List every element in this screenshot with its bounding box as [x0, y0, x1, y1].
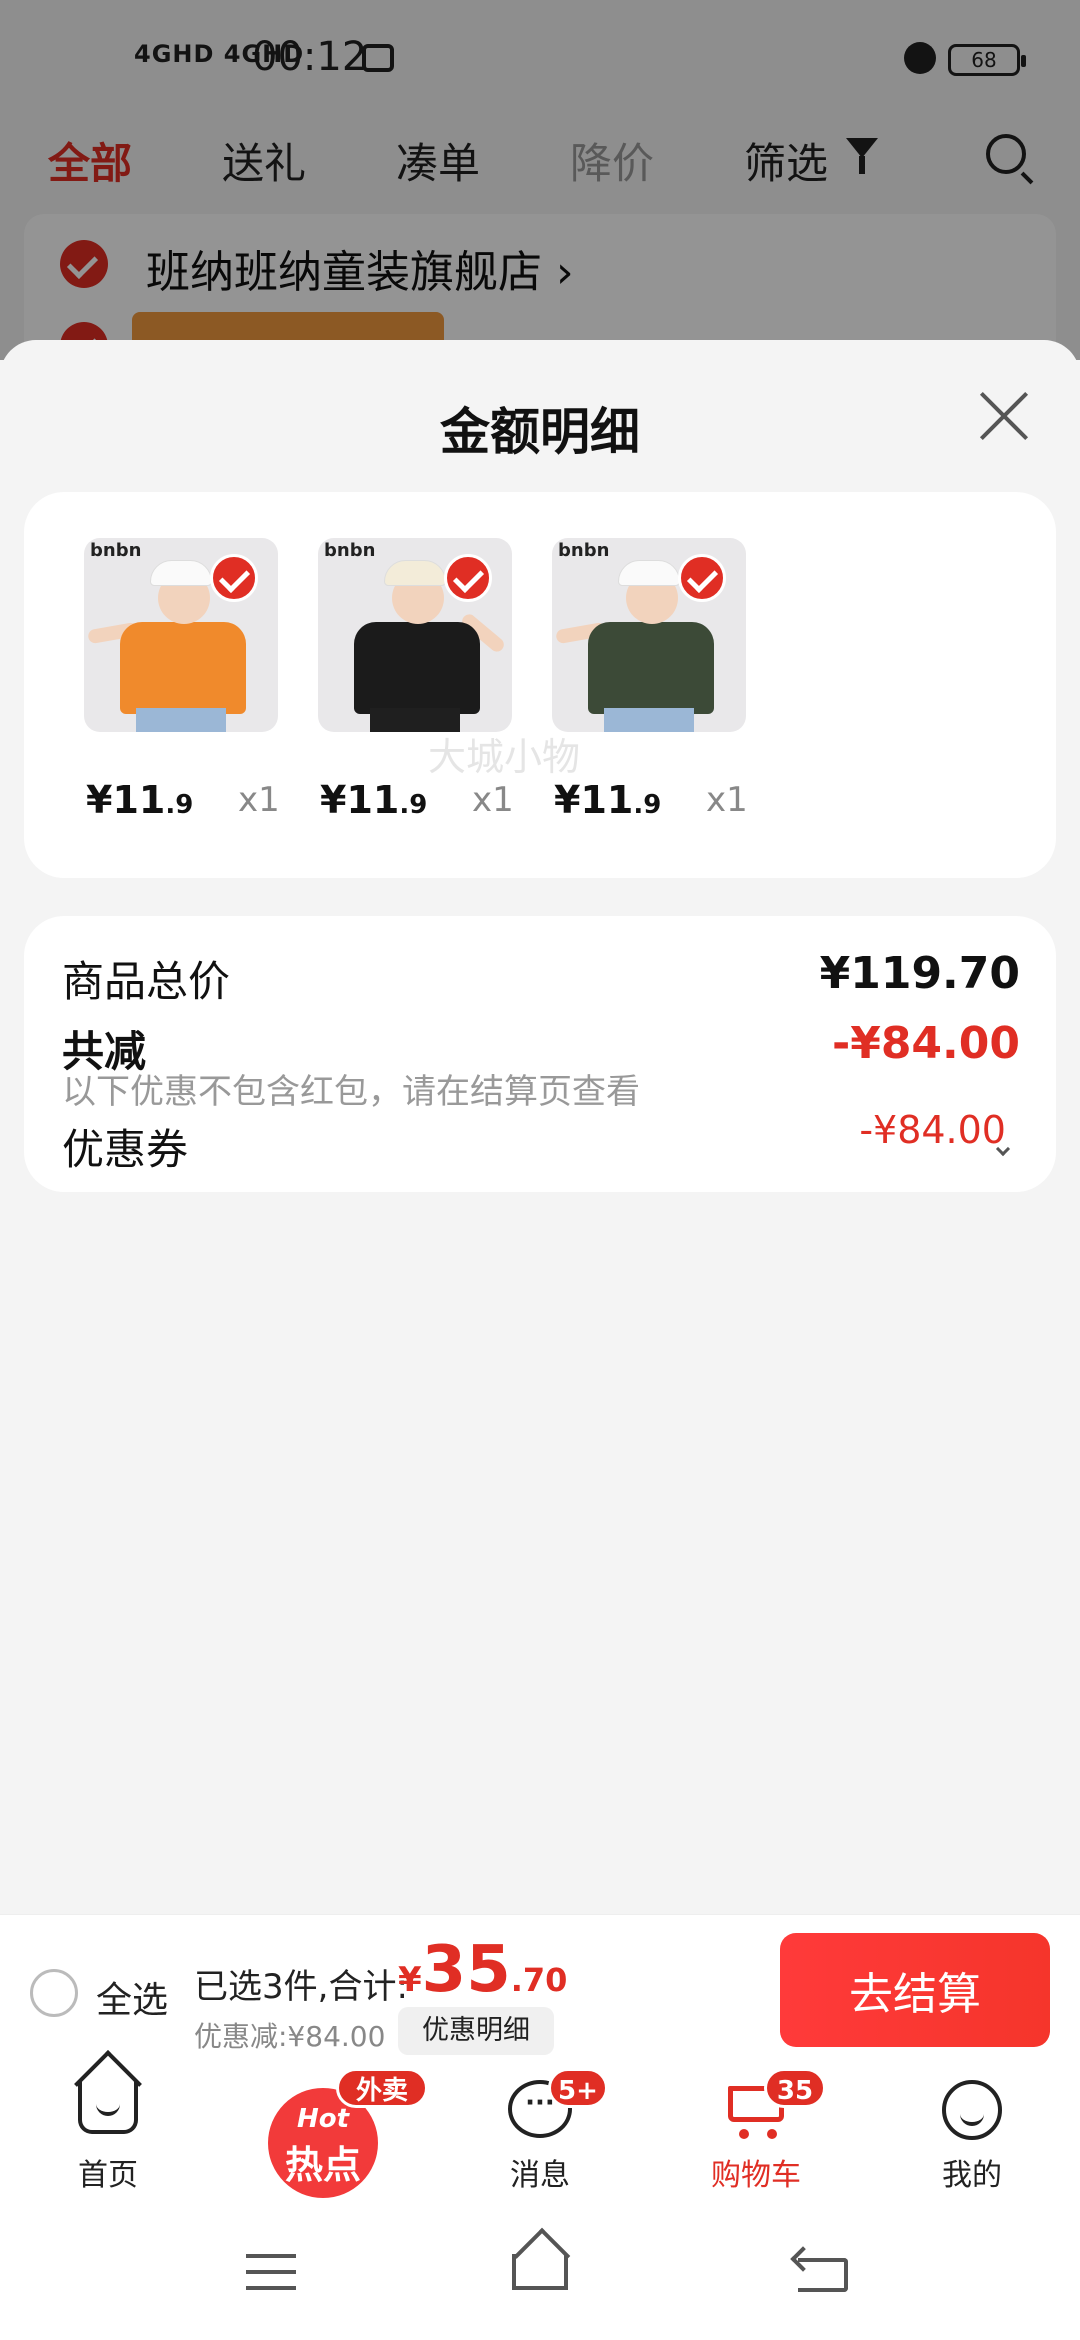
reduction-note: 以下优惠不包含红包，请在结算页查看	[62, 1072, 640, 1112]
coupon-label: 优惠券	[62, 1125, 189, 1174]
checkout-bar: 全选 已选3件,合计: ¥35.70 优惠减:¥84.00 优惠明细 去结算	[0, 1914, 1080, 2064]
select-all-label[interactable]: 全选	[96, 1971, 168, 2023]
close-icon[interactable]	[976, 388, 1032, 444]
brand-logo: bnbn	[558, 540, 610, 561]
selected-count-text: 已选3件,合计:	[194, 1967, 408, 2007]
discount-detail-button[interactable]: 优惠明细	[398, 2007, 554, 2055]
reduction-value: -¥84.00	[831, 1018, 1020, 1069]
item-price: ¥11.9	[86, 778, 194, 822]
product-item[interactable]: bnbn ¥11.9 x1	[552, 538, 782, 838]
items-card: bnbn ¥11.9 x1 bnbn ¥11.9 x1 bnbn ¥11.9 x…	[24, 492, 1056, 878]
tab-me[interactable]: 我的	[902, 2080, 1042, 2200]
checkout-button[interactable]: 去结算	[780, 1933, 1050, 2047]
total-amount: ¥35.70	[398, 1933, 568, 2007]
tab-messages-label: 消息	[510, 2158, 570, 2193]
total-price-value: ¥119.70	[819, 948, 1020, 999]
back-icon[interactable]	[798, 2258, 848, 2292]
item-quantity: x1	[238, 780, 280, 820]
bottom-tab-bar: 首页 消息 购物车 我的	[0, 2064, 1080, 2204]
hot-label-cn: 热点	[284, 2143, 361, 2187]
cart-badge: 35	[764, 2068, 826, 2108]
hot-label-en: Hot	[296, 2104, 350, 2134]
coupon-value[interactable]: -¥84.00	[859, 1108, 1006, 1152]
amount-detail-sheet: 金额明细 bnbn ¥11.9 x1 bnbn ¥11.9 x1 bnbn ¥1…	[0, 340, 1080, 1914]
item-quantity: x1	[706, 780, 748, 820]
tab-me-label: 我的	[942, 2158, 1002, 2193]
dim-overlay[interactable]	[0, 0, 1080, 360]
discount-text: 优惠减:¥84.00	[194, 2020, 386, 2053]
select-all-checkbox[interactable]	[30, 1969, 78, 2017]
system-navigation-bar	[0, 2204, 1080, 2340]
menu-icon[interactable]	[246, 2254, 296, 2290]
check-icon	[444, 554, 492, 602]
takeout-badge: 外卖	[336, 2068, 428, 2108]
user-icon	[942, 2080, 1002, 2140]
brand-logo: bnbn	[324, 540, 376, 561]
product-item[interactable]: bnbn ¥11.9 x1	[318, 538, 548, 838]
tab-cart-label: 购物车	[711, 2158, 801, 2193]
item-price: ¥11.9	[320, 778, 428, 822]
brand-logo: bnbn	[90, 540, 142, 561]
product-item[interactable]: bnbn ¥11.9 x1	[84, 538, 314, 838]
item-price: ¥11.9	[554, 778, 662, 822]
home-nav-icon[interactable]	[512, 2254, 568, 2290]
tab-home-label: 首页	[78, 2158, 138, 2193]
sheet-title: 金额明细	[440, 403, 640, 461]
background-page: 4GHD 4GHD 00:12 68 全部 送礼 凑单 降价 筛选 班纳班纳童装…	[0, 0, 1080, 374]
messages-badge: 5+	[548, 2068, 608, 2108]
check-icon	[210, 554, 258, 602]
check-icon	[678, 554, 726, 602]
price-summary-card: 商品总价 ¥119.70 共减 -¥84.00 以下优惠不包含红包，请在结算页查…	[24, 916, 1056, 1192]
total-price-label: 商品总价	[62, 957, 231, 1006]
item-quantity: x1	[472, 780, 514, 820]
tab-home[interactable]: 首页	[38, 2080, 178, 2200]
home-icon	[78, 2080, 138, 2134]
watermark: 大城小物	[428, 735, 581, 779]
